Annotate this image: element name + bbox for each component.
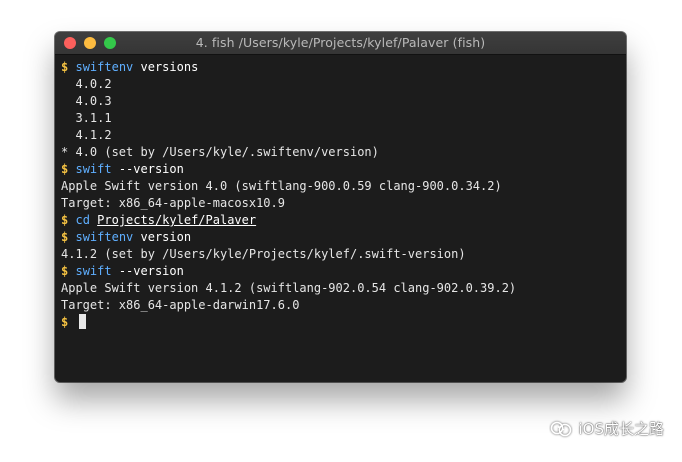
output-text: Target: x86_64-apple-macosx10.9 [61, 196, 285, 210]
wechat-official-account-icon [550, 421, 571, 436]
output-text: Apple Swift version 4.1.2 (swiftlang-902… [61, 281, 517, 295]
command-args: --version [111, 264, 184, 278]
prompt-symbol: $ [61, 264, 69, 278]
prompt-symbol: $ [61, 315, 69, 329]
output-line: Apple Swift version 4.0 (swiftlang-900.0… [61, 178, 626, 195]
output-line: 4.0.3 [61, 93, 626, 110]
output-text: 4.0.3 [61, 94, 112, 108]
output-text: 4.1.2 [61, 128, 112, 142]
output-line: 4.0.2 [61, 76, 626, 93]
output-text: Target: x86_64-apple-darwin17.6.0 [61, 298, 300, 312]
prompt-symbol: $ [61, 60, 69, 74]
command-args: --version [111, 162, 184, 176]
command-name: cd [75, 213, 90, 227]
command-args: versions [133, 60, 199, 74]
title-bar[interactable]: 4. fish /Users/kyle/Projects/kylef/Palav… [55, 32, 626, 55]
prompt-symbol: $ [61, 230, 69, 244]
terminal-output[interactable]: $ swiftenv versions 4.0.2 4.0.3 3.1.1 4.… [55, 55, 626, 331]
output-text: Apple Swift version 4.0 (swiftlang-900.0… [61, 179, 502, 193]
command-name: swiftenv [75, 230, 134, 244]
command-line: $ cd Projects/kylef/Palaver [61, 212, 626, 229]
command-line: $ swift --version [61, 161, 626, 178]
output-line: * 4.0 (set by /Users/kyle/.swiftenv/vers… [61, 144, 626, 161]
terminal-window: 4. fish /Users/kyle/Projects/kylef/Palav… [55, 32, 626, 382]
watermark-text: iOS成长之路 [578, 420, 665, 438]
command-line: $ swiftenv versions [61, 59, 626, 76]
output-line: Target: x86_64-apple-macosx10.9 [61, 195, 626, 212]
command-name: swift [75, 264, 112, 278]
output-text: * 4.0 (set by /Users/kyle/.swiftenv/vers… [61, 145, 379, 159]
prompt-symbol: $ [61, 162, 69, 176]
prompt-line: $ [61, 314, 626, 331]
command-name: swiftenv [75, 60, 134, 74]
prompt-symbol: $ [61, 213, 69, 227]
window-title: 4. fish /Users/kyle/Projects/kylef/Palav… [195, 35, 486, 50]
output-text: 4.0.2 [61, 77, 112, 91]
command-line: $ swift --version [61, 263, 626, 280]
text-cursor [79, 314, 87, 329]
output-text: 4.1.2 (set by /Users/kyle/Projects/kylef… [61, 247, 466, 261]
output-line: 4.1.2 [61, 127, 626, 144]
command-line: $ swiftenv version [61, 229, 626, 246]
command-path[interactable]: Projects/kylef/Palaver [97, 213, 256, 227]
output-line: Target: x86_64-apple-darwin17.6.0 [61, 297, 626, 314]
output-text: 3.1.1 [61, 111, 112, 125]
output-line: Apple Swift version 4.1.2 (swiftlang-902… [61, 280, 626, 297]
command-args: version [133, 230, 192, 244]
output-line: 4.1.2 (set by /Users/kyle/Projects/kylef… [61, 246, 626, 263]
output-line: 3.1.1 [61, 110, 626, 127]
command-name: swift [75, 162, 112, 176]
watermark: iOS成长之路 [549, 418, 665, 439]
